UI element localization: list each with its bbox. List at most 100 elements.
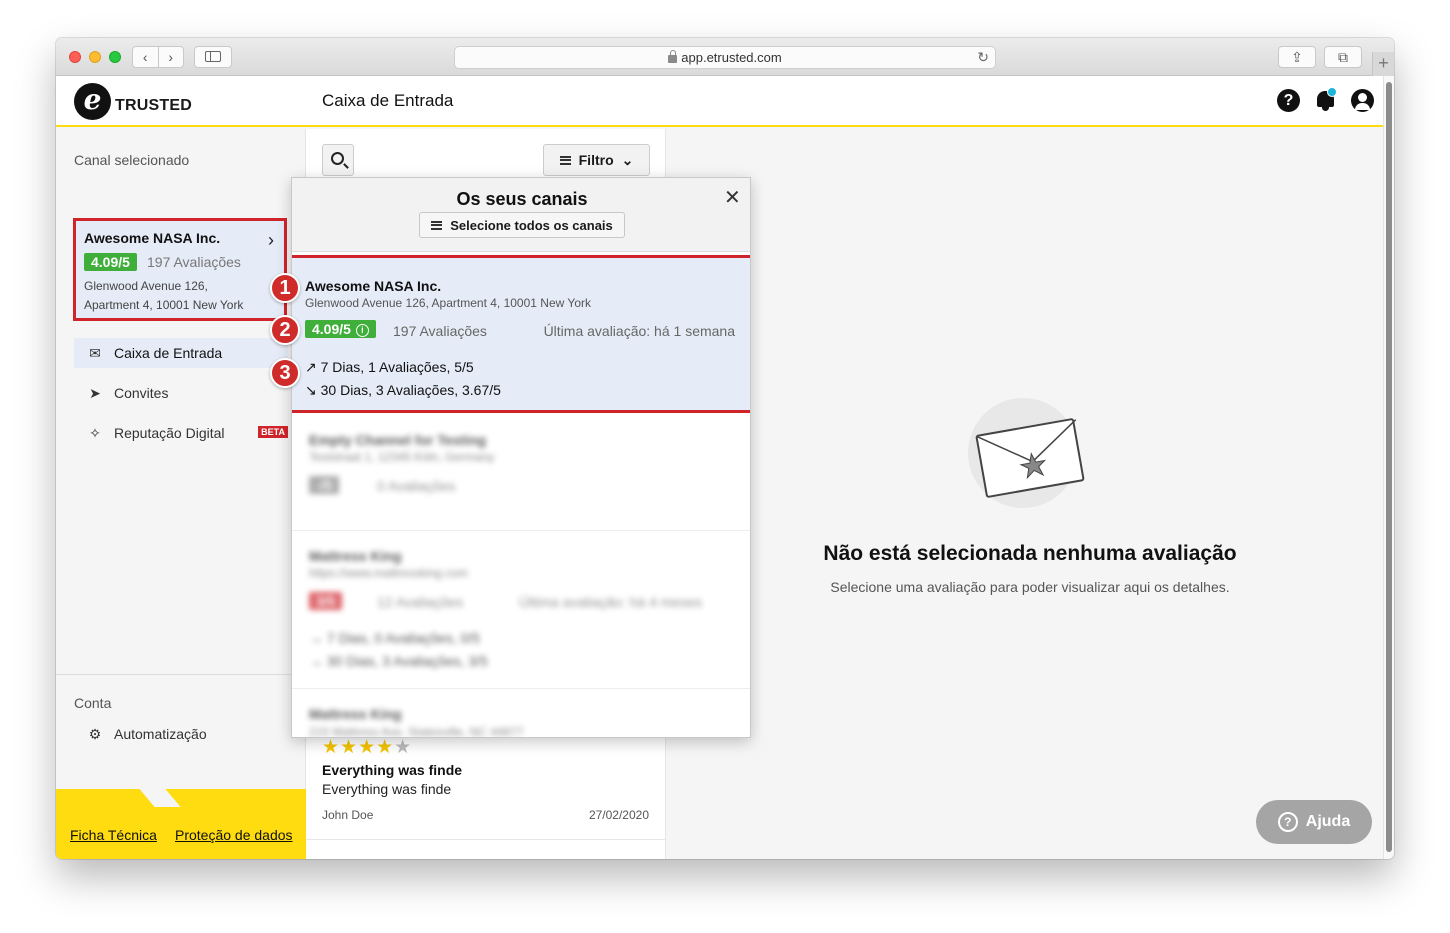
sidebar-item-automation[interactable]: ⚙ Automatização [74,719,288,749]
selected-channel-card[interactable]: Awesome NASA Inc. › 4.09/5 197 Avaliaçõe… [73,218,287,321]
history-nav: ‹ › [132,46,184,68]
tab-overview-button[interactable]: ⧉ [1324,46,1362,68]
logo-wordmark: TRUSTED [115,97,192,114]
option-separator [292,688,750,689]
sidebar-toggle-button[interactable] [194,46,232,68]
page-scrollbar[interactable] [1383,76,1394,859]
footer-decoration [56,789,306,859]
address-bar[interactable]: app.etrusted.com ↻ [454,46,996,69]
channel-option-name: Empty Channel for Testing [309,432,487,448]
channel-address: Glenwood Avenue 126, Apartment 4, 10001 … [84,277,264,315]
send-icon: ➤ [89,384,101,401]
back-icon[interactable]: ‹ [133,47,159,67]
info-icon[interactable]: i [355,324,369,337]
selected-channel-label: Canal selecionado [74,152,190,168]
review-author: John Doe [322,808,374,822]
channel-option-score: 4.09/5 [312,321,351,337]
channel-option-last-review: Última avaliação: há 1 semana [543,323,735,339]
channel-option-address: 215 Mattress Ave, Statesville, NC 44877 [309,725,524,738]
channel-review-count: 197 Avaliações [147,254,241,270]
filter-label: Filtro [578,152,614,168]
channel-name: Awesome NASA Inc. [84,230,221,246]
popover-title: Os seus canais [456,189,588,209]
channel-option[interactable]: Empty Channel for Testing Teststraat 1, … [292,418,750,528]
channel-option[interactable]: Mattress King 215 Mattress Ave, Statesvi… [292,692,750,738]
option-separator [292,530,750,531]
left-sidebar: Canal selecionado Awesome NASA Inc. › 4.… [56,129,306,859]
tabs-icon: ⧉ [1338,49,1348,65]
share-button[interactable]: ⇪ [1278,46,1316,68]
empty-state-title: Não está selecionada nenhuma avaliação [823,542,1237,565]
question-icon: ? [1277,812,1298,832]
trend-up-icon: ↗ [305,359,317,375]
list-separator [306,839,666,840]
chevron-down-icon: ⌄ [621,151,634,168]
browser-window: ‹ › app.etrusted.com ↻ ⇪ ⧉ + e TRUSTED C… [56,38,1394,859]
sidebar-item-digital-reputation[interactable]: ✧ Reputação Digital BETA [74,418,288,448]
lock-icon [668,50,678,63]
technical-sheet-link[interactable]: Ficha Técnica [70,827,157,843]
new-tab-button[interactable]: + [1372,52,1394,76]
minimize-window-button[interactable] [89,51,101,63]
sparkle-icon: ✧ [89,424,101,441]
filter-lines-icon [559,155,571,165]
account-label: Conta [74,695,112,711]
channel-address-line2: Apartment 4, 10001 New York [84,298,244,312]
robot-icon: ⚙ [88,725,102,742]
sidebar-item-label: Convites [114,385,169,401]
sidebar-divider [56,674,306,675]
select-all-channels-button[interactable]: Selecione todos os canais [419,212,625,238]
search-button[interactable] [322,144,354,176]
beta-badge: BETA [258,426,288,438]
reload-icon[interactable]: ↻ [977,47,989,68]
channel-option-name: Awesome NASA Inc. [305,278,442,294]
channel-option-address: Glenwood Avenue 126, Apartment 4, 10001 … [305,296,591,310]
trend-30-days-text: 30 Dias, 3 Avaliações, 3.67/5 [320,382,501,398]
callout-1: 1 [270,273,300,303]
channel-option[interactable]: Mattress King https://www.mattressking.c… [292,534,750,684]
logo-mark: e [74,82,111,120]
data-protection-link[interactable]: Proteção de dados [175,827,293,843]
trend-7-days: ↗ 7 Dias, 1 Avaliações, 5/5 [305,359,474,376]
help-icon[interactable]: ? [1277,89,1300,112]
review-title: Everything was finde [322,762,463,778]
notification-bell-icon[interactable] [1314,87,1337,112]
help-button-label: Ajuda [1305,813,1351,830]
zoom-window-button[interactable] [109,51,121,63]
browser-titlebar: ‹ › app.etrusted.com ↻ ⇪ ⧉ + [56,38,1394,76]
sidebar-icon [205,51,221,62]
close-window-button[interactable] [69,51,81,63]
user-account-icon[interactable] [1351,89,1374,112]
help-button[interactable]: ? Ajuda [1256,800,1372,844]
forward-icon[interactable]: › [159,47,184,67]
popover-header: Os seus canais ✕ Selecione todos os cana… [292,178,750,252]
empty-state-subtitle: Selecione uma avaliação para poder visua… [830,579,1230,595]
sidebar-item-label: Caixa de Entrada [114,345,223,361]
select-all-label: Selecione todos os canais [450,217,613,233]
trend-30-days-text: 30 Dias, 3 Avaliações, 3/5 [326,653,488,669]
filter-button[interactable]: Filtro ⌄ [543,144,650,176]
channel-option-selected[interactable]: Awesome NASA Inc. Glenwood Avenue 126, A… [292,255,750,413]
sidebar-item-inbox[interactable]: ✉ Caixa de Entrada [74,338,288,368]
review-star-rating: ★★★★★ [322,737,413,758]
channel-option-last-review: Última avaliação: há 4 meses [519,594,702,610]
etrusted-logo[interactable]: e TRUSTED [74,82,192,120]
close-icon[interactable]: ✕ [724,185,741,210]
trend-7-days-text: 7 Dias, 0 Avaliações, 0/5 [326,630,480,646]
channel-option-score: 3/5 [309,592,343,610]
trend-7-days-text: 7 Dias, 1 Avaliações, 5/5 [320,359,474,375]
sidebar-item-invites[interactable]: ➤ Convites [74,378,288,408]
channels-popover: Os seus canais ✕ Selecione todos os cana… [291,177,751,738]
trend-7-days: → 7 Dias, 0 Avaliações, 0/5 [309,630,480,646]
sidebar-item-label: Reputação Digital [114,425,225,441]
channel-option-score-badge: 4.09/5 i [305,320,376,338]
callout-3: 3 [270,358,300,388]
channel-option-score: -/5 [309,476,340,494]
list-icon [431,220,443,230]
sidebar-item-label: Automatização [114,726,207,742]
scrollbar-thumb[interactable] [1386,82,1392,852]
notification-dot [1327,87,1337,97]
channel-option-name: Mattress King [309,548,402,564]
channel-option-address: Teststraat 1, 12345 Köln, Germany [309,450,495,464]
channel-address-line1: Glenwood Avenue 126, [84,279,208,293]
